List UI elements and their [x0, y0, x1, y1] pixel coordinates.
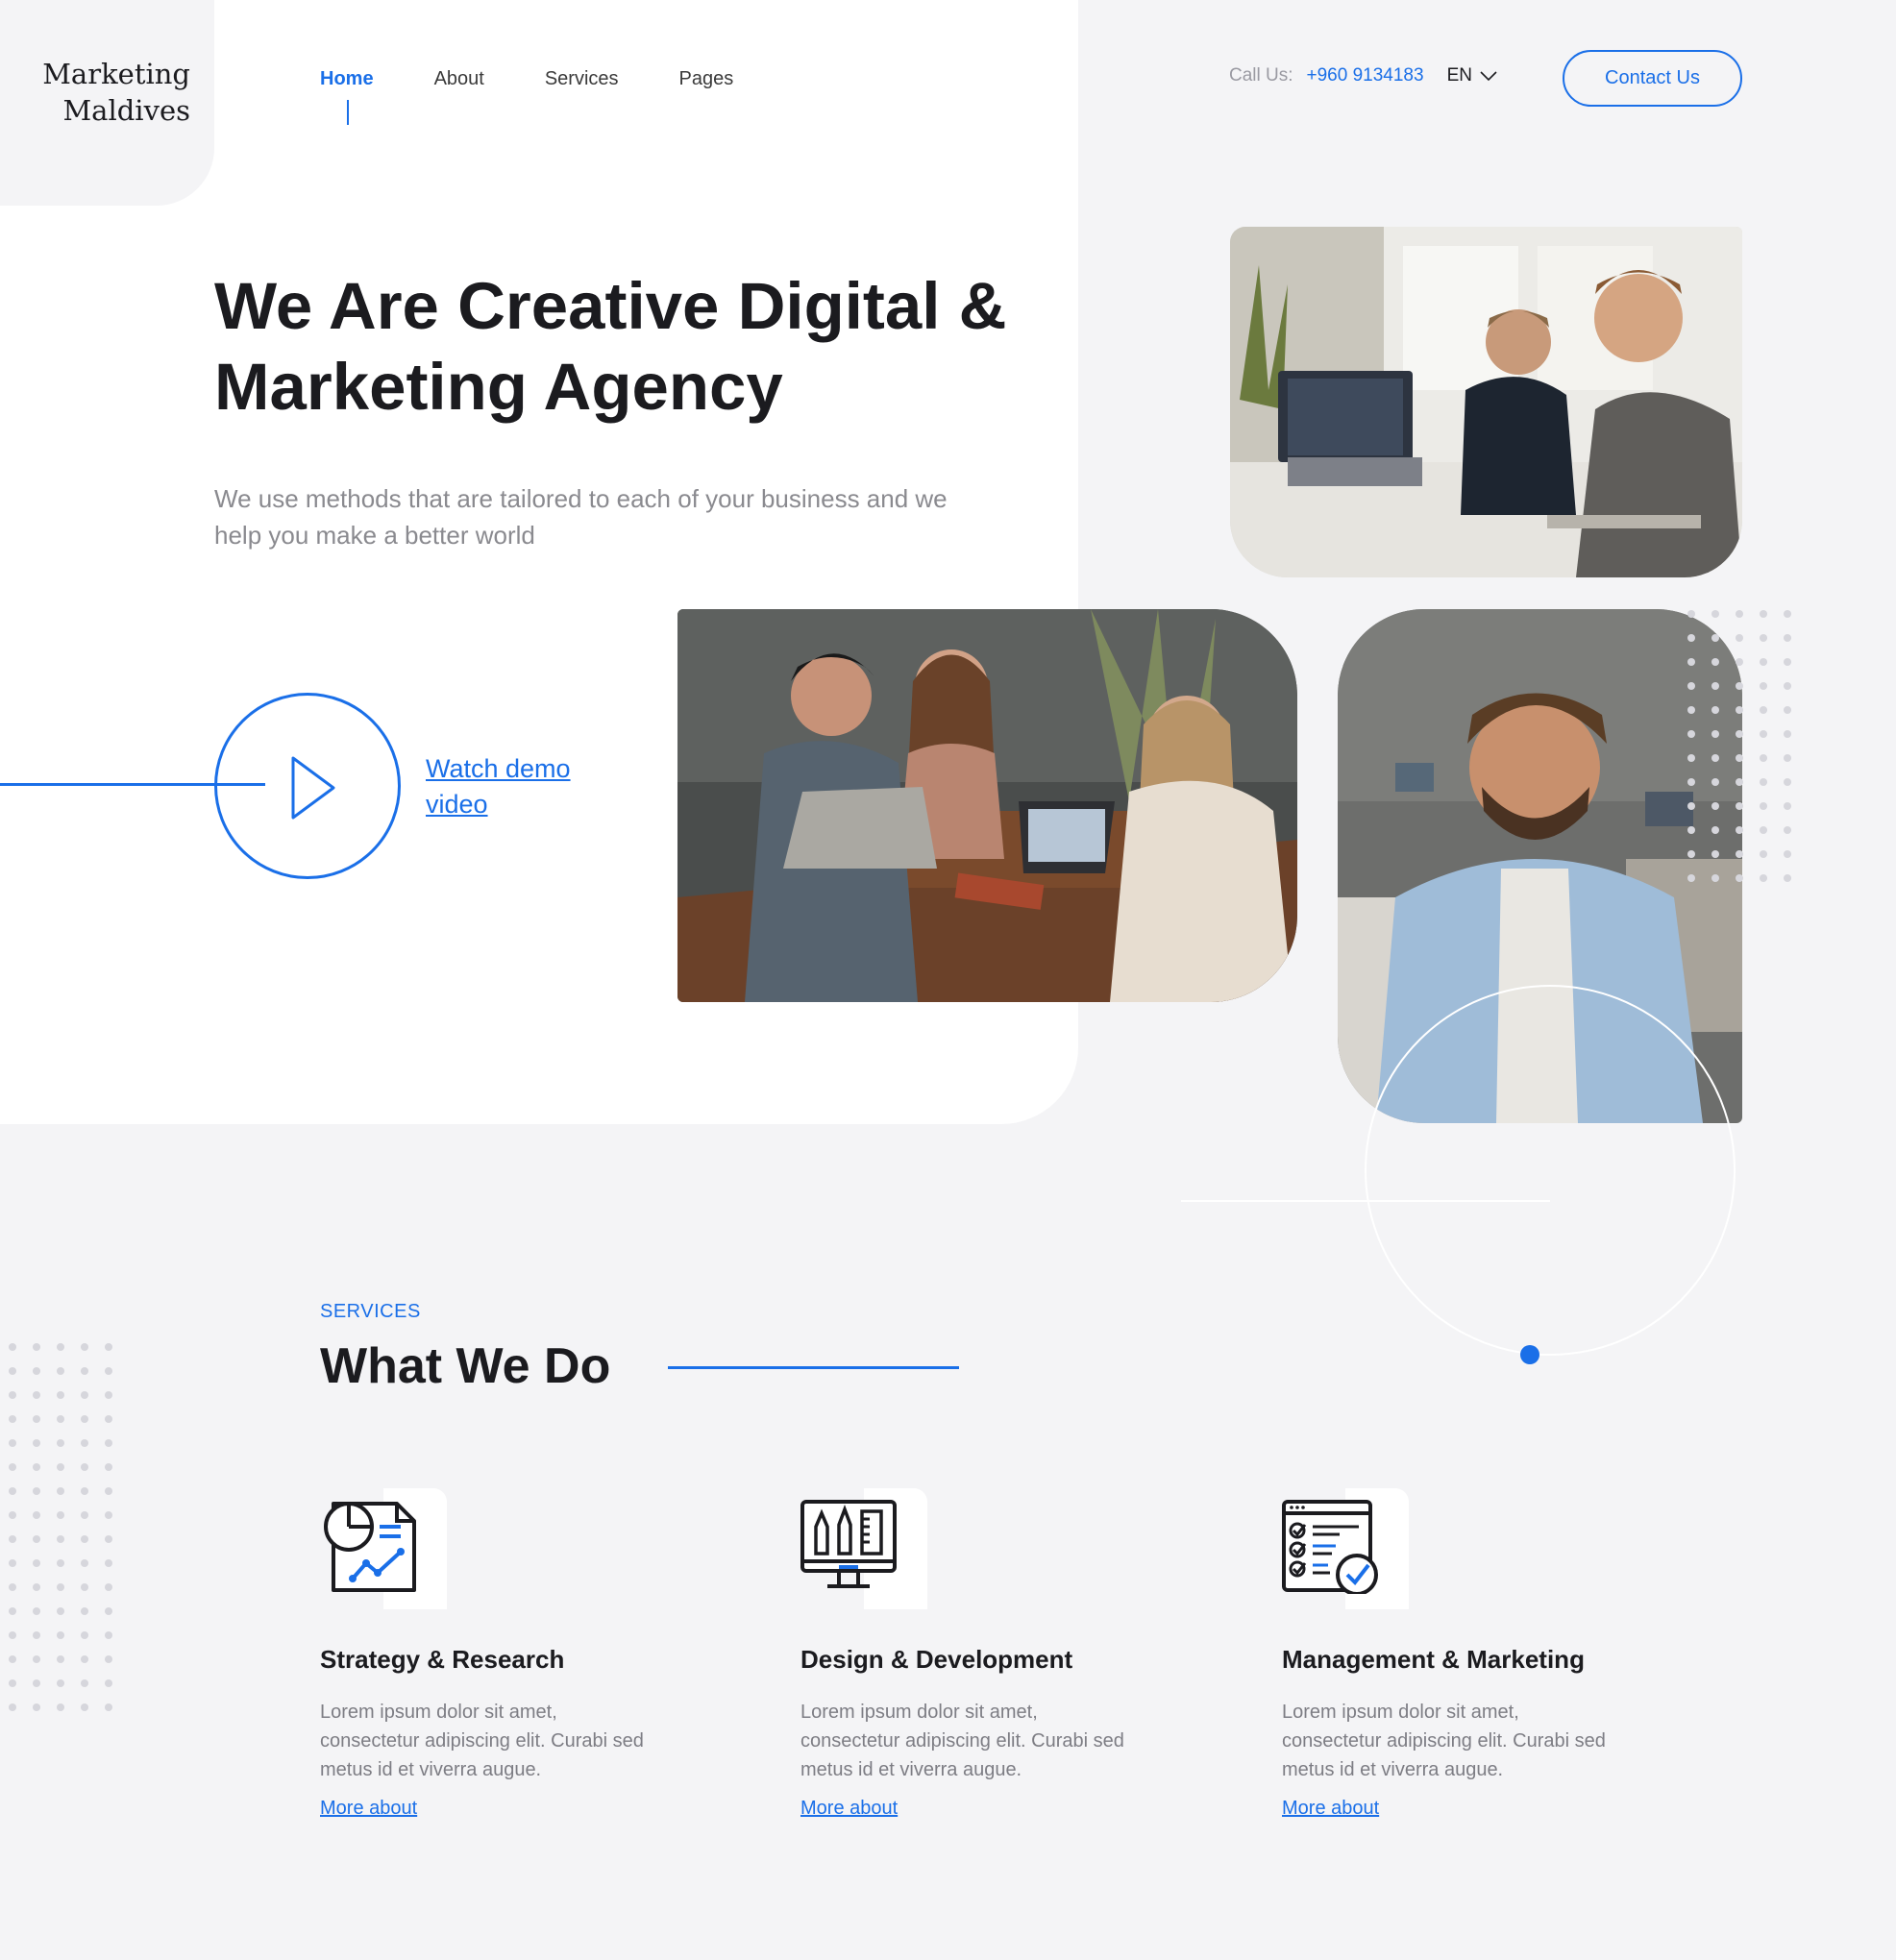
- service-title: Management & Marketing: [1282, 1645, 1585, 1674]
- more-about-link[interactable]: More about: [800, 1798, 898, 1820]
- decorative-dot: [1520, 1345, 1539, 1364]
- header-contact-info: Call Us: +960 9134183 EN: [1229, 65, 1497, 86]
- section-eyebrow: SERVICES: [320, 1301, 421, 1322]
- service-icon-wrapper: [1282, 1488, 1409, 1609]
- logo-line-1: Marketing: [42, 58, 190, 90]
- decorative-dot-grid: [9, 1343, 112, 1711]
- watch-demo-line-1: Watch demo: [426, 754, 571, 783]
- language-selector[interactable]: EN: [1447, 65, 1497, 86]
- more-about-link[interactable]: More about: [1282, 1798, 1379, 1820]
- more-about-link[interactable]: More about: [320, 1798, 417, 1820]
- nav-item-label: Services: [544, 68, 619, 89]
- decorative-dot-grid: [1687, 610, 1791, 882]
- play-video-button[interactable]: [214, 693, 401, 879]
- service-title: Design & Development: [800, 1645, 1073, 1674]
- service-description: Lorem ipsum dolor sit amet, consectetur …: [800, 1702, 1124, 1780]
- nav-item-services[interactable]: Services: [545, 65, 619, 92]
- service-title: Strategy & Research: [320, 1645, 565, 1674]
- nav-item-label: Home: [320, 68, 374, 89]
- active-nav-indicator: [346, 100, 349, 125]
- contact-us-button[interactable]: Contact Us: [1563, 50, 1742, 107]
- service-description: Lorem ipsum dolor sit amet, consectetur …: [1282, 1702, 1606, 1780]
- hero-title-line-2: Marketing Agency: [214, 350, 783, 424]
- main-nav: Home About Services Pages: [320, 65, 794, 125]
- service-description: Lorem ipsum dolor sit amet, consectetur …: [320, 1702, 644, 1780]
- office-team-photo: [1230, 227, 1742, 577]
- checklist-icon: [1282, 1500, 1378, 1594]
- report-chart-icon: [324, 1502, 416, 1592]
- watch-demo-line-2: video: [426, 790, 488, 819]
- service-icon-wrapper: [800, 1488, 927, 1609]
- logo[interactable]: Marketing Maldives: [0, 0, 214, 206]
- hero-title-line-1: We Are Creative Digital &: [214, 269, 1007, 343]
- call-label: Call Us:: [1229, 65, 1293, 86]
- play-icon: [291, 756, 335, 820]
- service-card-design: Design & Development Lorem ipsum dolor s…: [800, 1488, 1204, 1820]
- hero-title: We Are Creative Digital & Marketing Agen…: [214, 266, 1060, 428]
- chevron-down-icon: [1480, 70, 1497, 81]
- nav-item-home[interactable]: Home: [320, 65, 374, 125]
- team-meeting-photo: [677, 609, 1297, 1002]
- service-icon-wrapper: [320, 1488, 447, 1609]
- decorative-line: [1181, 1200, 1550, 1202]
- watch-demo-link[interactable]: Watch demo video: [426, 751, 599, 822]
- nav-item-label: Pages: [678, 68, 734, 89]
- phone-link[interactable]: +960 9134183: [1307, 65, 1424, 86]
- service-card-management: Management & Marketing Lorem ipsum dolor…: [1282, 1488, 1686, 1820]
- hero-subtitle: We use methods that are tailored to each…: [214, 484, 948, 550]
- section-title: What We Do: [320, 1338, 611, 1394]
- decorative-circle: [1365, 985, 1736, 1356]
- language-label: EN: [1446, 65, 1472, 86]
- service-card-strategy: Strategy & Research Lorem ipsum dolor si…: [320, 1488, 724, 1820]
- design-monitor-icon: [800, 1500, 897, 1588]
- logo-text: Marketing Maldives: [42, 56, 190, 129]
- section-title-rule: [668, 1366, 959, 1369]
- logo-line-2: Maldives: [62, 94, 190, 127]
- nav-item-about[interactable]: About: [434, 65, 484, 92]
- nav-item-pages[interactable]: Pages: [679, 65, 734, 92]
- nav-item-label: About: [433, 68, 484, 89]
